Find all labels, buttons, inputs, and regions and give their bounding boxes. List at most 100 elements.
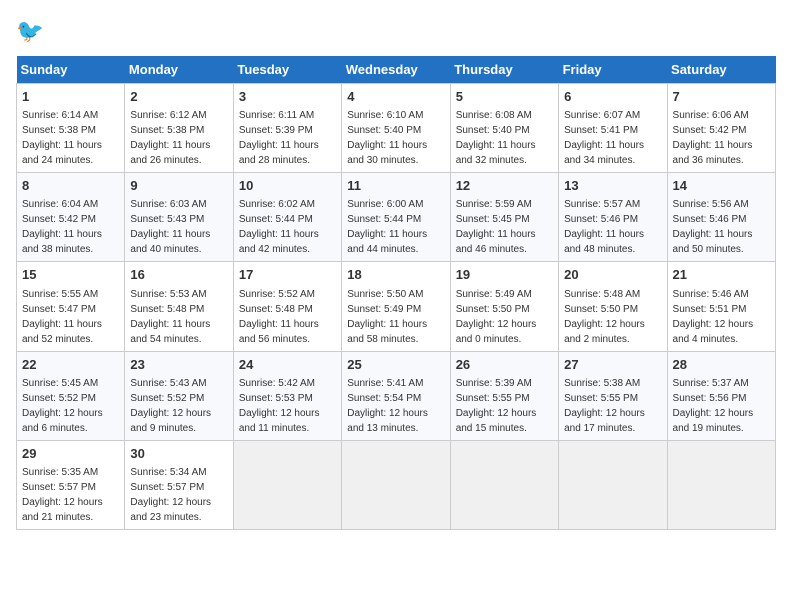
day-daylight: Daylight: 12 hours and 19 minutes.: [673, 408, 754, 434]
day-daylight: Daylight: 11 hours and 30 minutes.: [347, 140, 427, 166]
day-number: 24: [239, 356, 336, 374]
day-daylight: Daylight: 12 hours and 21 minutes.: [22, 497, 103, 523]
day-number: 30: [130, 445, 227, 463]
day-number: 27: [564, 356, 661, 374]
day-daylight: Daylight: 11 hours and 48 minutes.: [564, 229, 644, 255]
day-daylight: Daylight: 12 hours and 17 minutes.: [564, 408, 645, 434]
weekday-header-sunday: Sunday: [17, 56, 125, 84]
calendar-cell: 19 Sunrise: 5:49 AM Sunset: 5:50 PM Dayl…: [450, 262, 558, 351]
day-sunset: Sunset: 5:40 PM: [456, 125, 530, 136]
day-sunset: Sunset: 5:38 PM: [130, 125, 204, 136]
day-sunrise: Sunrise: 5:34 AM: [130, 467, 206, 478]
weekday-header-monday: Monday: [125, 56, 233, 84]
calendar-cell: 25 Sunrise: 5:41 AM Sunset: 5:54 PM Dayl…: [342, 351, 450, 440]
day-number: 14: [673, 177, 770, 195]
day-number: 29: [22, 445, 119, 463]
day-sunrise: Sunrise: 5:43 AM: [130, 378, 206, 389]
day-sunset: Sunset: 5:56 PM: [673, 393, 747, 404]
day-sunset: Sunset: 5:54 PM: [347, 393, 421, 404]
calendar-cell: 18 Sunrise: 5:50 AM Sunset: 5:49 PM Dayl…: [342, 262, 450, 351]
day-sunrise: Sunrise: 5:56 AM: [673, 199, 749, 210]
day-sunrise: Sunrise: 5:59 AM: [456, 199, 532, 210]
day-number: 2: [130, 88, 227, 106]
calendar-week-4: 22 Sunrise: 5:45 AM Sunset: 5:52 PM Dayl…: [17, 351, 776, 440]
day-number: 13: [564, 177, 661, 195]
day-sunset: Sunset: 5:49 PM: [347, 304, 421, 315]
calendar-table: SundayMondayTuesdayWednesdayThursdayFrid…: [16, 56, 776, 530]
day-sunrise: Sunrise: 6:08 AM: [456, 110, 532, 121]
calendar-cell: 21 Sunrise: 5:46 AM Sunset: 5:51 PM Dayl…: [667, 262, 775, 351]
logo-icon: 🐦: [16, 16, 48, 48]
calendar-cell: 22 Sunrise: 5:45 AM Sunset: 5:52 PM Dayl…: [17, 351, 125, 440]
day-number: 6: [564, 88, 661, 106]
day-sunrise: Sunrise: 6:11 AM: [239, 110, 314, 121]
calendar-cell: 9 Sunrise: 6:03 AM Sunset: 5:43 PM Dayli…: [125, 173, 233, 262]
day-daylight: Daylight: 11 hours and 28 minutes.: [239, 140, 319, 166]
day-number: 10: [239, 177, 336, 195]
day-number: 1: [22, 88, 119, 106]
day-sunrise: Sunrise: 5:46 AM: [673, 289, 749, 300]
day-sunrise: Sunrise: 5:38 AM: [564, 378, 640, 389]
day-number: 25: [347, 356, 444, 374]
day-number: 8: [22, 177, 119, 195]
day-daylight: Daylight: 12 hours and 15 minutes.: [456, 408, 537, 434]
day-number: 12: [456, 177, 553, 195]
day-sunset: Sunset: 5:40 PM: [347, 125, 421, 136]
day-number: 22: [22, 356, 119, 374]
day-sunset: Sunset: 5:43 PM: [130, 214, 204, 225]
day-sunrise: Sunrise: 6:02 AM: [239, 199, 315, 210]
day-sunset: Sunset: 5:46 PM: [673, 214, 747, 225]
calendar-cell: 16 Sunrise: 5:53 AM Sunset: 5:48 PM Dayl…: [125, 262, 233, 351]
day-sunrise: Sunrise: 6:00 AM: [347, 199, 423, 210]
day-number: 4: [347, 88, 444, 106]
calendar-cell: 2 Sunrise: 6:12 AM Sunset: 5:38 PM Dayli…: [125, 84, 233, 173]
calendar-cell: 27 Sunrise: 5:38 AM Sunset: 5:55 PM Dayl…: [559, 351, 667, 440]
calendar-cell: 15 Sunrise: 5:55 AM Sunset: 5:47 PM Dayl…: [17, 262, 125, 351]
calendar-cell: [450, 440, 558, 529]
calendar-cell: 30 Sunrise: 5:34 AM Sunset: 5:57 PM Dayl…: [125, 440, 233, 529]
day-sunrise: Sunrise: 5:53 AM: [130, 289, 206, 300]
day-daylight: Daylight: 11 hours and 44 minutes.: [347, 229, 427, 255]
day-daylight: Daylight: 12 hours and 9 minutes.: [130, 408, 211, 434]
day-sunset: Sunset: 5:53 PM: [239, 393, 313, 404]
day-sunrise: Sunrise: 6:03 AM: [130, 199, 206, 210]
day-number: 16: [130, 266, 227, 284]
calendar-week-5: 29 Sunrise: 5:35 AM Sunset: 5:57 PM Dayl…: [17, 440, 776, 529]
calendar-week-3: 15 Sunrise: 5:55 AM Sunset: 5:47 PM Dayl…: [17, 262, 776, 351]
day-sunset: Sunset: 5:42 PM: [22, 214, 96, 225]
day-sunset: Sunset: 5:50 PM: [564, 304, 638, 315]
day-number: 28: [673, 356, 770, 374]
day-sunrise: Sunrise: 6:10 AM: [347, 110, 423, 121]
day-sunrise: Sunrise: 6:06 AM: [673, 110, 749, 121]
day-daylight: Daylight: 11 hours and 46 minutes.: [456, 229, 536, 255]
day-number: 19: [456, 266, 553, 284]
day-daylight: Daylight: 11 hours and 40 minutes.: [130, 229, 210, 255]
day-daylight: Daylight: 12 hours and 4 minutes.: [673, 319, 754, 345]
day-sunrise: Sunrise: 6:14 AM: [22, 110, 98, 121]
day-sunrise: Sunrise: 5:35 AM: [22, 467, 98, 478]
day-number: 9: [130, 177, 227, 195]
day-sunset: Sunset: 5:38 PM: [22, 125, 96, 136]
calendar-cell: 28 Sunrise: 5:37 AM Sunset: 5:56 PM Dayl…: [667, 351, 775, 440]
day-daylight: Daylight: 11 hours and 42 minutes.: [239, 229, 319, 255]
day-sunset: Sunset: 5:57 PM: [22, 482, 96, 493]
day-number: 7: [673, 88, 770, 106]
day-number: 15: [22, 266, 119, 284]
weekday-header-tuesday: Tuesday: [233, 56, 341, 84]
calendar-cell: 4 Sunrise: 6:10 AM Sunset: 5:40 PM Dayli…: [342, 84, 450, 173]
day-sunset: Sunset: 5:45 PM: [456, 214, 530, 225]
day-daylight: Daylight: 12 hours and 0 minutes.: [456, 319, 537, 345]
day-daylight: Daylight: 12 hours and 2 minutes.: [564, 319, 645, 345]
calendar-cell: 20 Sunrise: 5:48 AM Sunset: 5:50 PM Dayl…: [559, 262, 667, 351]
day-daylight: Daylight: 11 hours and 54 minutes.: [130, 319, 210, 345]
page-header: 🐦: [16, 16, 776, 48]
day-sunset: Sunset: 5:50 PM: [456, 304, 530, 315]
calendar-cell: 17 Sunrise: 5:52 AM Sunset: 5:48 PM Dayl…: [233, 262, 341, 351]
day-sunset: Sunset: 5:47 PM: [22, 304, 96, 315]
calendar-week-1: 1 Sunrise: 6:14 AM Sunset: 5:38 PM Dayli…: [17, 84, 776, 173]
calendar-cell: 12 Sunrise: 5:59 AM Sunset: 5:45 PM Dayl…: [450, 173, 558, 262]
day-number: 3: [239, 88, 336, 106]
calendar-cell: 13 Sunrise: 5:57 AM Sunset: 5:46 PM Dayl…: [559, 173, 667, 262]
day-sunrise: Sunrise: 5:39 AM: [456, 378, 532, 389]
calendar-cell: 10 Sunrise: 6:02 AM Sunset: 5:44 PM Dayl…: [233, 173, 341, 262]
